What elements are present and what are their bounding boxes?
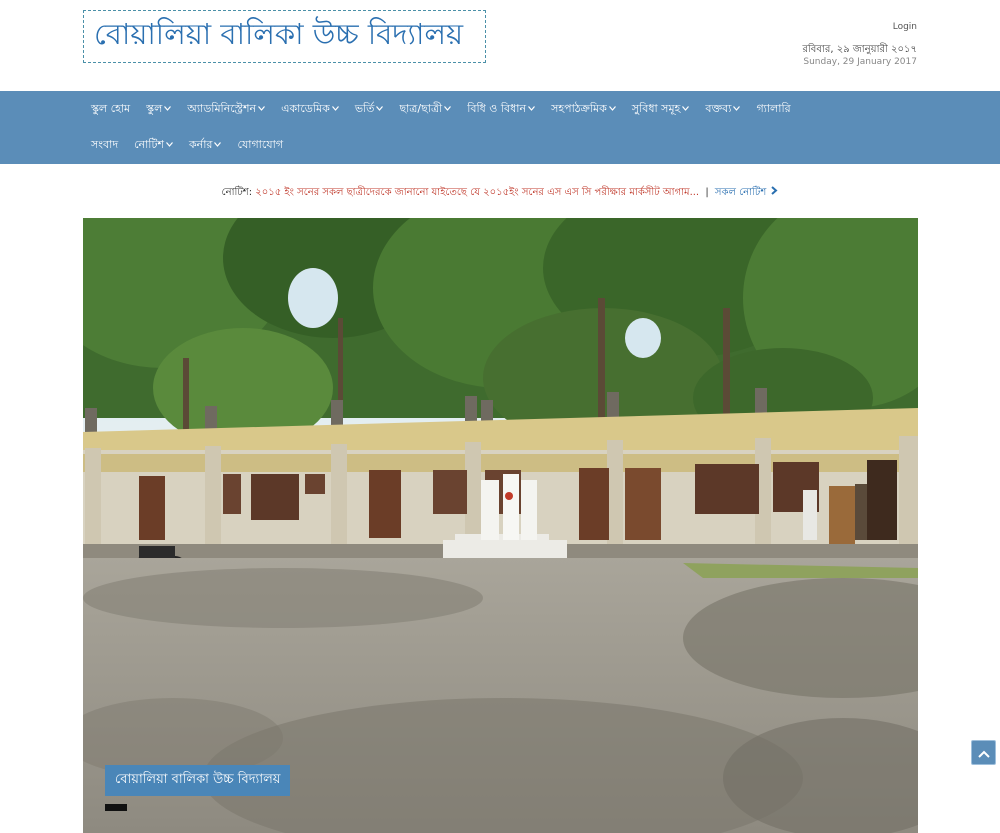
nav-item-row1-10[interactable]: বক্তব্য — [697, 91, 748, 127]
chevron-down-icon — [214, 141, 222, 149]
site-header: বোয়ালিয়া বালিকা উচ্চ বিদ্যালয় Login র… — [0, 0, 1000, 91]
nav-item-label: কর্নার — [188, 137, 213, 151]
chevron-down-icon — [376, 105, 384, 113]
nav-item-label: যোগাযোগ — [237, 137, 284, 151]
notice-text[interactable]: ২০১৫ ইং সনের সকল ছাত্রীদেরকে জানানো যাইত… — [255, 187, 699, 198]
chevron-down-icon — [528, 105, 536, 113]
nav-item-row1-1[interactable]: স্কুল হোম — [83, 91, 138, 127]
notice-separator: | — [705, 187, 709, 198]
chevron-down-icon — [682, 105, 690, 113]
nav-item-label: ভর্তি — [354, 101, 375, 115]
nav-item-label: বিধি ও বিধান — [467, 101, 527, 115]
chevron-down-icon — [444, 105, 452, 113]
date-english: Sunday, 29 January 2017 — [803, 57, 917, 67]
nav-item-label: স্কুল — [146, 101, 163, 115]
chevron-down-icon — [164, 105, 172, 113]
all-notices-label: সকল নোটিশ — [714, 187, 767, 198]
nav-item-label: নোটিশ — [134, 137, 164, 151]
nav-item-row1-3[interactable]: অ্যাডমিনিস্ট্রেশন — [179, 91, 273, 127]
nav-item-label: গ্যালারি — [756, 101, 791, 115]
nav-item-row1-11[interactable]: গ্যালারি — [748, 91, 798, 127]
nav-item-row2-1[interactable]: সংবাদ — [83, 127, 126, 163]
login-link[interactable]: Login — [893, 22, 917, 32]
arrow-up-icon — [977, 743, 990, 762]
school-photo — [83, 218, 918, 833]
scroll-to-top-button[interactable] — [971, 740, 996, 765]
nav-item-label: ছাত্র/ছাত্রী — [399, 101, 443, 115]
nav-row-2: সংবাদ নোটিশ কর্নার যোগাযোগ — [83, 127, 291, 163]
site-title[interactable]: বোয়ালিয়া বালিকা উচ্চ বিদ্যালয় — [94, 12, 463, 61]
nav-item-row2-4[interactable]: যোগাযোগ — [229, 127, 291, 163]
nav-item-row1-4[interactable]: একাডেমিক — [273, 91, 347, 127]
slide-indicator[interactable] — [105, 804, 127, 811]
chevron-right-icon — [771, 186, 778, 198]
nav-item-row1-6[interactable]: ছাত্র/ছাত্রী — [391, 91, 459, 127]
all-notices-link[interactable]: সকল নোটিশ — [714, 186, 779, 198]
chevron-down-icon — [733, 105, 741, 113]
chevron-down-icon — [331, 105, 339, 113]
nav-item-row1-8[interactable]: সহপাঠক্রমিক — [543, 91, 624, 127]
nav-item-label: স্কুল হোম — [91, 101, 131, 115]
nav-item-row1-9[interactable]: সুবিধা সমূহ — [624, 91, 698, 127]
nav-item-label: বক্তব্য — [705, 101, 732, 115]
nav-item-row2-2[interactable]: নোটিশ — [126, 127, 181, 163]
nav-item-row1-2[interactable]: স্কুল — [138, 91, 179, 127]
nav-item-row1-7[interactable]: বিধি ও বিধান — [459, 91, 543, 127]
nav-item-row1-5[interactable]: ভর্তি — [347, 91, 392, 127]
slide-caption: বোয়ালিয়া বালিকা উচ্চ বিদ্যালয় — [105, 765, 291, 796]
nav-item-label: সুবিধা সমূহ — [631, 101, 681, 115]
nav-item-label: একাডেমিক — [281, 101, 330, 115]
chevron-down-icon — [258, 105, 266, 113]
chevron-down-icon — [608, 105, 616, 113]
nav-item-label: সহপাঠক্রমিক — [551, 101, 607, 115]
main-navigation: স্কুল হোম স্কুল অ্যাডমিনিস্ট্রেশন একাডেমিক ভ… — [0, 91, 1000, 164]
nav-item-label: সংবাদ — [91, 137, 119, 151]
chevron-down-icon — [166, 141, 173, 149]
notice-ticker: নোটিশ: ২০১৫ ইং সনের সকল ছাত্রীদেরকে জানা… — [0, 185, 1000, 202]
nav-item-row2-3[interactable]: কর্নার — [181, 127, 230, 163]
nav-row-1: স্কুল হোম স্কুল অ্যাডমিনিস্ট্রেশন একাডেমিক ভ… — [83, 91, 799, 127]
image-slider[interactable]: বোয়ালিয়া বালিকা উচ্চ বিদ্যালয় — [83, 218, 918, 833]
site-logo[interactable]: বোয়ালিয়া বালিকা উচ্চ বিদ্যালয় — [83, 10, 486, 63]
notice-label: নোটিশ: — [221, 187, 253, 198]
nav-item-label: অ্যাডমিনিস্ট্রেশন — [187, 101, 257, 115]
